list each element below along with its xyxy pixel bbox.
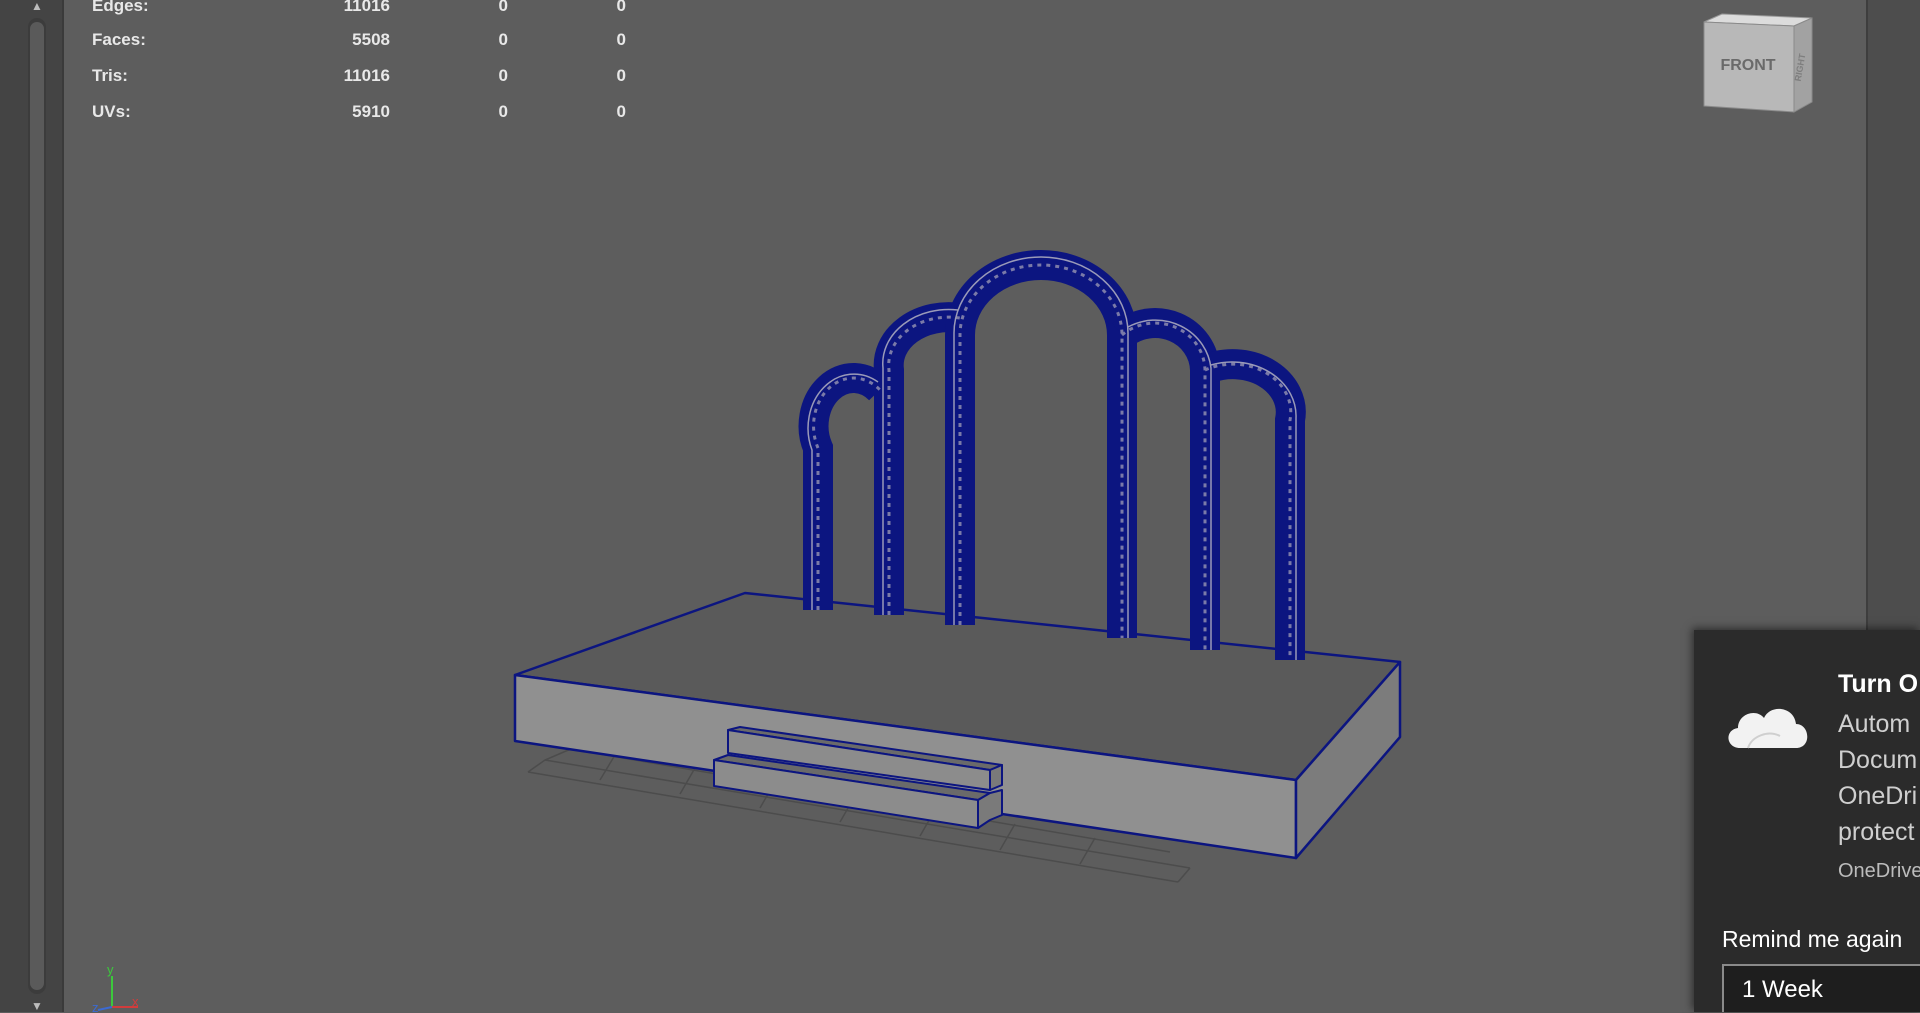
hud-value: 0 — [498, 0, 508, 15]
viewcube[interactable]: FRONT RIGHT — [1700, 12, 1818, 116]
axis-z-label: z — [92, 1000, 99, 1012]
remind-interval-select[interactable]: 1 Week — [1722, 964, 1920, 1012]
hud-value: 0 — [498, 66, 508, 85]
arches — [798, 250, 1306, 660]
hud-value: 0 — [616, 66, 626, 85]
hud-value: 11016 — [343, 66, 390, 85]
hud-value: 0 — [616, 102, 626, 121]
onedrive-cloud-icon — [1728, 708, 1808, 749]
scene-model[interactable] — [0, 0, 1920, 1012]
notification-body-line: OneDri — [1838, 782, 1918, 810]
notification-body-line: Autom — [1838, 710, 1911, 738]
notification-body-line: protect — [1838, 818, 1915, 846]
axis-gizmo: y z x — [92, 962, 139, 1012]
hud-value: 0 — [498, 102, 508, 121]
viewcube-front-label[interactable]: FRONT — [1720, 57, 1775, 74]
hud-value: 0 — [616, 0, 626, 15]
hud-label: Faces: — [92, 30, 146, 49]
hud-value: 11016 — [343, 0, 390, 15]
hud-value: 5910 — [352, 102, 390, 121]
hud-value: 5508 — [352, 30, 390, 49]
remind-label: Remind me again — [1722, 926, 1903, 952]
notification-title: Turn O — [1838, 670, 1919, 698]
hud-label: Edges: — [92, 0, 149, 15]
axis-x-label: x — [132, 994, 139, 1009]
notification-body: Autom Docum OneDri protect — [1838, 706, 1920, 850]
notification-app-name: OneDrive — [1838, 860, 1920, 882]
remind-interval-value: 1 Week — [1742, 976, 1823, 1003]
onedrive-notification[interactable]: Turn O Autom Docum OneDri protect OneDri… — [1694, 630, 1920, 1012]
notification-body-line: Docum — [1838, 746, 1918, 774]
hud-value: 0 — [616, 30, 626, 49]
axis-y-label: y — [107, 962, 114, 977]
hud-label: UVs: — [92, 102, 131, 121]
hud-value: 0 — [498, 30, 508, 49]
hud-label: Tris: — [92, 66, 128, 85]
